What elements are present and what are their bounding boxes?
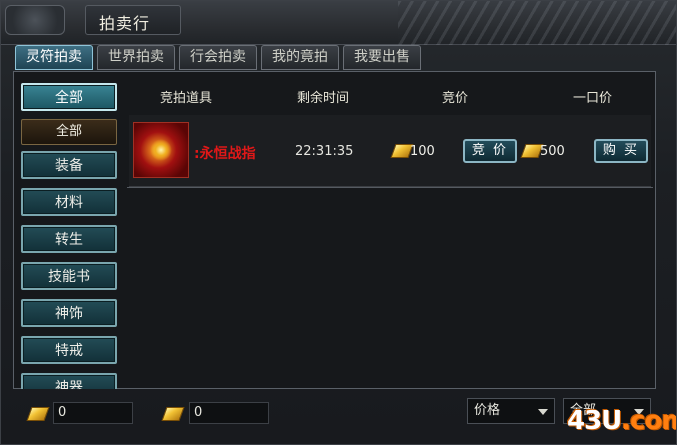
bid-button[interactable]: 竞 价	[463, 139, 517, 163]
row-divider	[127, 187, 653, 188]
buy-button[interactable]: 购 买	[594, 139, 648, 163]
auction-window: 拍卖行 灵符拍卖 世界拍卖 行会拍卖 我的竟拍 我要出售 全部 全部 装备 材料…	[0, 0, 677, 445]
column-header-bid: 竞价	[442, 91, 469, 106]
watermark-suffix: .com	[621, 406, 676, 436]
tab-my-bids[interactable]: 我的竟拍	[261, 45, 339, 70]
sidebar-item-equipment[interactable]: 装备	[21, 151, 117, 179]
sort-select-value: 价格	[474, 403, 501, 418]
sidebar-item-all[interactable]: 全部	[21, 83, 117, 111]
window-title: 拍卖行	[99, 14, 151, 33]
sidebar-item-skill-books[interactable]: 技能书	[21, 262, 117, 290]
sidebar-item-artifacts[interactable]: 神器	[21, 373, 117, 389]
category-sidebar: 全部 全部 装备 材料 转生 技能书 神饰 特戒 神器	[13, 71, 123, 389]
listing-bid-price: 100	[410, 144, 435, 159]
column-header-time: 剩余时间	[297, 91, 350, 106]
sidebar-item-divine-ornaments[interactable]: 神饰	[21, 299, 117, 327]
sidebar-item-materials[interactable]: 材料	[21, 188, 117, 216]
site-watermark: 43U.com	[567, 406, 676, 436]
currency-balance-2: 0	[189, 402, 269, 424]
tab-world-auction[interactable]: 世界拍卖	[97, 45, 175, 70]
ring-item-icon[interactable]	[133, 122, 189, 178]
sidebar-item-special-rings[interactable]: 特戒	[21, 336, 117, 364]
chevron-down-icon	[538, 409, 548, 415]
sidebar-item-rebirth[interactable]: 转生	[21, 225, 117, 253]
watermark-text: 43U	[567, 406, 622, 436]
gold-ingot-icon	[161, 407, 185, 421]
listing-time-left: 22:31:35	[295, 144, 354, 159]
tab-talisman-auction[interactable]: 灵符拍卖	[15, 45, 93, 70]
column-header-item: 竞拍道具	[160, 91, 213, 106]
header-ornament-icon	[5, 5, 65, 35]
listing-item-name: :永恒战指	[194, 146, 256, 162]
tab-guild-auction[interactable]: 行会拍卖	[179, 45, 257, 70]
gold-ingot-icon	[26, 407, 50, 421]
column-header-buyout: 一口价	[573, 91, 613, 106]
currency-balance-1: 0	[53, 402, 133, 424]
tab-sell-item[interactable]: 我要出售	[343, 45, 421, 70]
sidebar-subitem-all[interactable]: 全部	[21, 119, 117, 145]
sort-select[interactable]: 价格	[467, 398, 555, 424]
auction-tabs: 灵符拍卖 世界拍卖 行会拍卖 我的竟拍 我要出售	[15, 45, 421, 71]
listing-buyout-price: 500	[540, 144, 565, 159]
